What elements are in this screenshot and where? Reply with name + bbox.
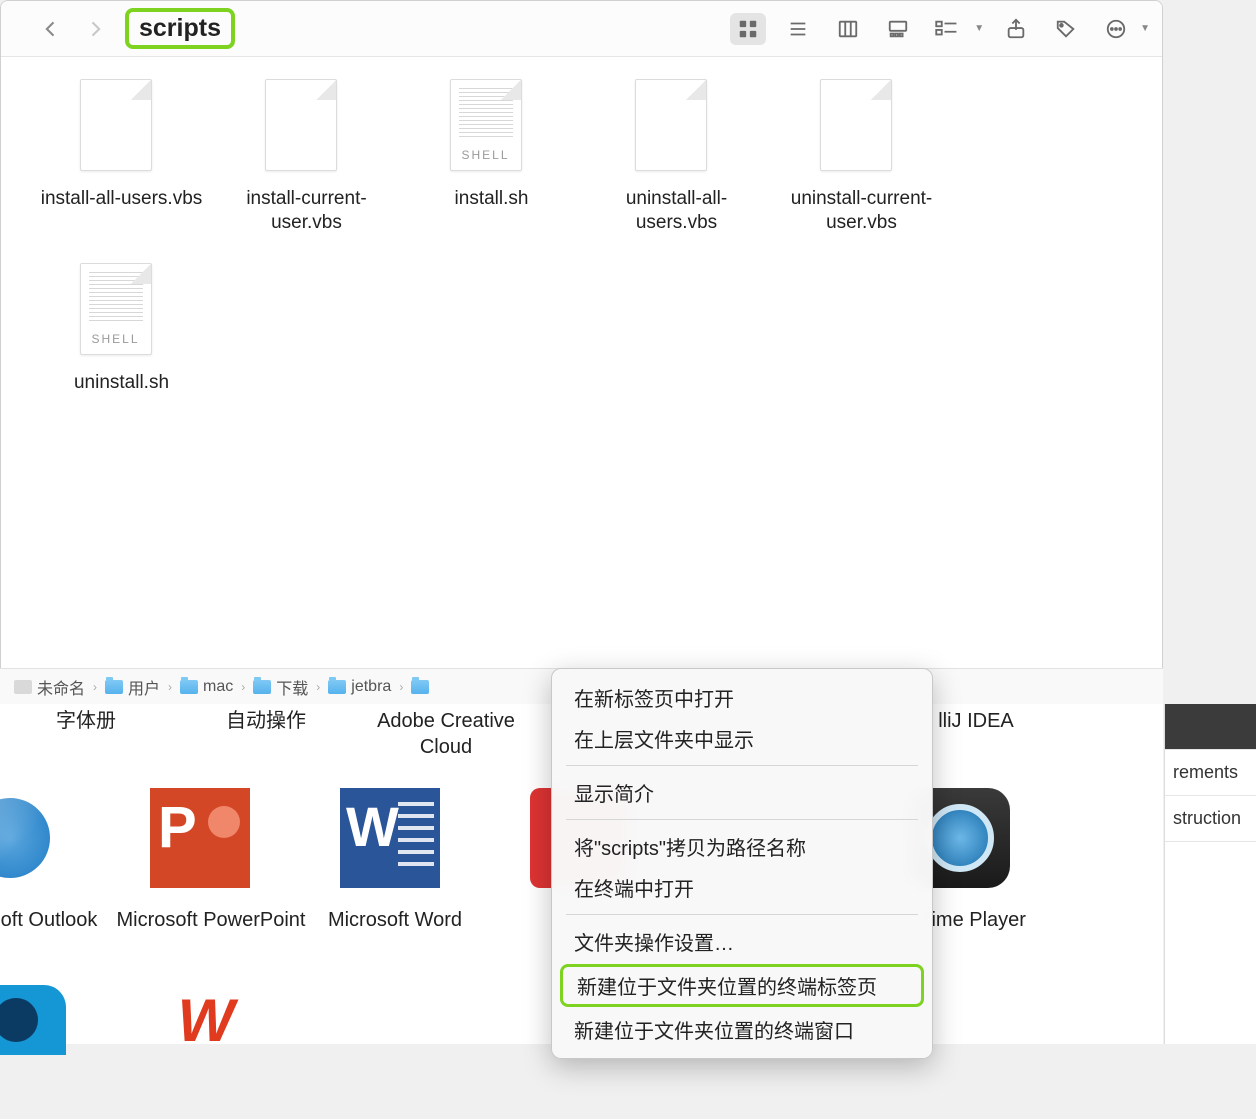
chevron-right-icon: › [168,680,172,694]
group-by-button[interactable] [932,13,968,45]
icon-view-button[interactable] [730,13,766,45]
file-name-label: install-all-users.vbs [41,187,203,211]
disk-icon [14,680,32,694]
document-icon [635,79,719,179]
ctx-separator [566,819,918,820]
path-label: 用户 [128,675,160,699]
word-icon[interactable] [340,788,440,888]
chevron-right-icon: › [241,680,245,694]
app-icon[interactable] [0,985,66,1055]
path-item[interactable] [411,680,429,694]
path-label: 未命名 [37,675,85,699]
column-view-button[interactable] [830,13,866,45]
file-name-label: uninstall-current-user.vbs [777,187,947,235]
ctx-separator [566,765,918,766]
context-menu: 在新标签页中打开 在上层文件夹中显示 显示简介 将"scripts"拷贝为路径名… [551,668,933,1059]
forward-button[interactable] [81,15,109,43]
ctx-open-new-tab[interactable]: 在新标签页中打开 [552,677,932,718]
chevron-right-icon: › [93,680,97,694]
file-item[interactable]: SHELL uninstall.sh [29,263,214,395]
path-item[interactable]: 下载 [253,675,308,699]
view-mode-group [730,13,916,45]
chevron-down-icon: ▼ [1140,23,1150,34]
side-row[interactable]: struction [1165,796,1256,842]
file-item[interactable]: install-all-users.vbs [29,79,214,235]
list-view-button[interactable] [780,13,816,45]
side-window-fragment: rements struction [1164,704,1256,1044]
file-item[interactable]: install-current-user.vbs [214,79,399,235]
folder-title: scripts [139,14,221,43]
folder-icon [253,680,271,694]
ctx-new-terminal-tab[interactable]: 新建位于文件夹位置的终端标签页 [560,964,924,1007]
ctx-open-in-terminal[interactable]: 在终端中打开 [552,867,932,908]
document-icon [265,79,349,179]
powerpoint-icon[interactable] [150,788,250,888]
finder-toolbar: scripts ▼ [1,1,1162,57]
app-label: Adobe Creative Cloud [356,708,536,760]
share-button[interactable] [998,13,1034,45]
file-name-label: uninstall.sh [74,371,169,395]
file-name-label: install-current-user.vbs [222,187,392,235]
path-item[interactable]: jetbra [328,678,391,696]
chevron-right-icon: › [399,680,403,694]
document-icon [820,79,904,179]
file-item[interactable]: SHELL install.sh [399,79,584,235]
file-item[interactable]: uninstall-all-users.vbs [584,79,769,235]
shell-script-icon: SHELL [80,263,164,363]
ctx-separator [566,914,918,915]
file-grid[interactable]: install-all-users.vbs install-current-us… [1,57,1162,416]
folder-icon [105,680,123,694]
file-item[interactable]: uninstall-current-user.vbs [769,79,954,235]
path-label: 下载 [276,675,308,699]
chevron-right-icon: › [316,680,320,694]
more-actions-button[interactable] [1098,13,1134,45]
path-label: mac [203,678,233,696]
folder-icon [328,680,346,694]
file-name-label: uninstall-all-users.vbs [592,187,762,235]
path-label: jetbra [351,678,391,696]
path-item[interactable]: mac [180,678,233,696]
path-item-root[interactable]: 未命名 [14,675,85,699]
back-button[interactable] [37,15,65,43]
side-row[interactable]: rements [1165,750,1256,796]
gallery-view-button[interactable] [880,13,916,45]
outlook-icon[interactable] [0,788,60,888]
app-label: 字体册 [0,708,176,760]
file-name-label: install.sh [455,187,529,211]
folder-title-highlight: scripts [125,8,235,49]
app-label: Microsoft PowerPoint [116,908,306,933]
folder-icon [180,680,198,694]
document-icon [80,79,164,179]
app-label: 自动操作 [176,708,356,760]
toolbar-actions: ▼ ▼ [932,13,1150,45]
ctx-get-info[interactable]: 显示简介 [552,772,932,813]
ctx-copy-as-path[interactable]: 将"scripts"拷贝为路径名称 [552,826,932,867]
folder-icon [411,680,429,694]
path-item[interactable]: 用户 [105,675,160,699]
chevron-down-icon: ▼ [974,23,984,34]
side-header [1165,704,1256,750]
app-icon[interactable]: W [156,985,256,1055]
ctx-new-terminal-window[interactable]: 新建位于文件夹位置的终端窗口 [552,1009,932,1050]
shell-script-icon: SHELL [450,79,534,179]
ctx-folder-action-settings[interactable]: 文件夹操作设置… [552,921,932,962]
app-label: Microsoft Word [300,908,490,933]
ctx-show-in-enclosing[interactable]: 在上层文件夹中显示 [552,718,932,759]
finder-window: scripts ▼ [0,0,1163,700]
tag-button[interactable] [1048,13,1084,45]
